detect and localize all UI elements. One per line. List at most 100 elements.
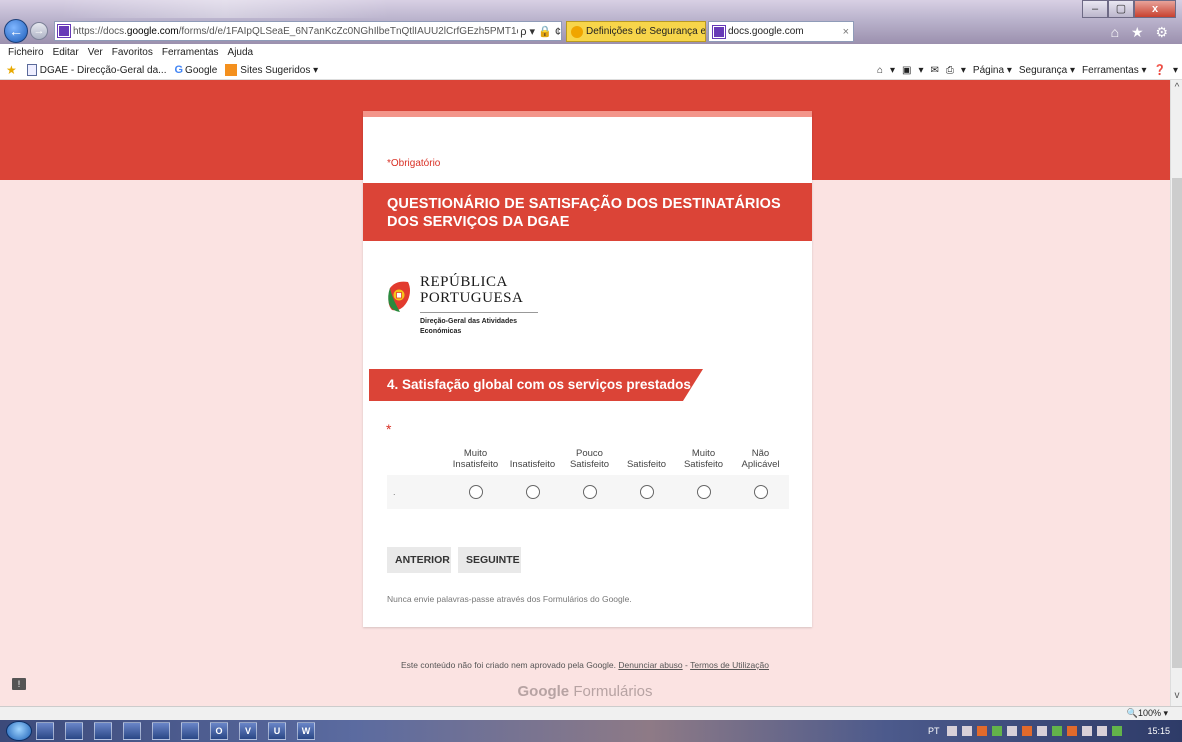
- tray-icon[interactable]: [1097, 726, 1108, 736]
- language-indicator[interactable]: PT: [928, 726, 940, 736]
- col-header-insatisfeito: Insatisfeito: [509, 459, 556, 470]
- browser-title-bar: – ▢ x ← → https://docs.google.com/forms/…: [0, 0, 1182, 44]
- home-icon[interactable]: ⌂ ▾: [877, 65, 895, 76]
- fav-label: DGAE - Direcção-Geral da...: [39, 64, 167, 76]
- logo-title: REPÚBLICA PORTUGUESA: [420, 274, 524, 306]
- scroll-down-icon[interactable]: v: [1171, 690, 1182, 704]
- tray-icon[interactable]: [947, 726, 958, 736]
- vertical-scrollbar[interactable]: ^ v: [1170, 80, 1182, 706]
- fav-suggested-sites[interactable]: Sites Sugeridos ▾: [225, 64, 318, 76]
- tray-icon[interactable]: [1067, 726, 1078, 736]
- forms-favicon-icon: [57, 24, 71, 38]
- radio-muito-satisfeito[interactable]: [696, 485, 711, 499]
- google-forms-brand[interactable]: Google Formulários: [0, 683, 1170, 700]
- back-button[interactable]: ←: [4, 19, 28, 43]
- security-menu[interactable]: Segurança ▾: [1019, 65, 1075, 76]
- required-asterisk: *: [386, 421, 392, 437]
- start-button[interactable]: [6, 721, 32, 741]
- page-menu[interactable]: Página ▾: [973, 65, 1012, 76]
- fav-label: Sites Sugeridos ▾: [240, 64, 319, 76]
- satisfaction-grid: Muito Insatisfeito Insatisfeito Pouco Sati…: [387, 437, 789, 509]
- home-favorites-settings-icons[interactable]: ⌂ ★ ⚙: [1111, 24, 1172, 41]
- tray-icon[interactable]: [1112, 726, 1123, 736]
- zoom-level[interactable]: 🔍100% ▾: [1127, 708, 1168, 719]
- google-g-icon: G: [174, 64, 184, 76]
- minimize-button[interactable]: –: [1082, 0, 1108, 18]
- logo-subtitle: Direção-Geral das Atividades Económicas: [420, 318, 518, 335]
- taskbar-item[interactable]: [123, 722, 141, 740]
- tray-icon[interactable]: [1037, 726, 1048, 736]
- portugal-emblem-icon: [388, 281, 410, 312]
- scrollbar-thumb[interactable]: [1172, 178, 1182, 668]
- tray-icon[interactable]: [962, 726, 973, 736]
- tray-icon[interactable]: [1082, 726, 1093, 736]
- taskbar-item[interactable]: [181, 722, 199, 740]
- tab-security-settings[interactable]: Definições de Segurança em Ri...: [566, 21, 706, 42]
- taskbar-item[interactable]: U: [268, 722, 286, 740]
- taskbar-item-visio[interactable]: V: [239, 722, 257, 740]
- form-card: *Obrigatório QUESTIONÁRIO DE SATISFAÇÃO …: [363, 111, 812, 627]
- taskbar-item-outlook[interactable]: O: [210, 722, 228, 740]
- next-button[interactable]: SEGUINTE: [458, 547, 521, 573]
- close-window-button[interactable]: x: [1134, 0, 1176, 18]
- taskbar-item[interactable]: [65, 722, 83, 740]
- radio-insatisfeito[interactable]: [525, 485, 540, 499]
- taskbar-item[interactable]: [152, 722, 170, 740]
- feedback-icon[interactable]: !: [12, 678, 26, 690]
- menu-favorites[interactable]: Favoritos: [112, 47, 153, 58]
- scroll-up-icon[interactable]: ^: [1171, 82, 1182, 96]
- command-bar: ⌂ ▾ ▣ ▾ ✉ ⎙ ▾ Página ▾ Segurança ▾ Ferramen…: [870, 61, 1178, 80]
- tray-icon[interactable]: [977, 726, 988, 736]
- favorites-star[interactable]: ★: [6, 63, 19, 77]
- radio-pouco-satisfeito[interactable]: [582, 485, 597, 499]
- fav-label: Google: [185, 64, 218, 76]
- address-bar[interactable]: https://docs.google.com/forms/d/e/1FAIpQ…: [54, 21, 562, 41]
- col-header-nao-aplicavel: Não Aplicável: [741, 448, 780, 470]
- menu-file[interactable]: Ficheiro: [8, 47, 44, 58]
- taskbar-item[interactable]: [94, 722, 112, 740]
- tray-icon[interactable]: [992, 726, 1003, 736]
- tab-docs-google[interactable]: docs.google.com ×: [708, 21, 854, 42]
- system-tray: PT 15:15: [882, 720, 1182, 742]
- tray-icon[interactable]: [1007, 726, 1018, 736]
- tray-icon[interactable]: [1052, 726, 1063, 736]
- col-header-muito-satisfeito: Muito Satisfeito: [683, 448, 724, 470]
- previous-button[interactable]: ANTERIOR: [387, 547, 451, 573]
- menu-edit[interactable]: Editar: [53, 47, 79, 58]
- radio-muito-insatisfeito[interactable]: [468, 485, 483, 499]
- fav-dgae[interactable]: DGAE - Direcção-Geral da...: [26, 64, 167, 76]
- grid-header: Muito Insatisfeito Insatisfeito Pouco Sati…: [387, 437, 789, 475]
- help-icon[interactable]: ❓ ▾: [1154, 65, 1178, 76]
- taskbar-items: O V U W: [36, 722, 326, 740]
- section-heading: 4. Satisfação global com os serviços pre…: [369, 369, 703, 401]
- forward-button[interactable]: →: [30, 22, 48, 40]
- required-note: *Obrigatório: [387, 158, 441, 169]
- menu-bar: Ficheiro Editar Ver Favoritos Ferramenta…: [0, 44, 1182, 61]
- close-tab-icon[interactable]: ×: [843, 26, 849, 38]
- url-text[interactable]: https://docs.google.com/forms/d/e/1FAIpQ…: [73, 26, 518, 37]
- republica-portuguesa-logo: REPÚBLICA PORTUGUESA Direção-Geral das At…: [386, 272, 586, 352]
- tab-label: Definições de Segurança em Ri...: [586, 26, 706, 37]
- menu-view[interactable]: Ver: [88, 47, 103, 58]
- star-icon: ★: [6, 63, 17, 77]
- menu-tools[interactable]: Ferramentas: [162, 47, 219, 58]
- print-icon[interactable]: ⎙ ▾: [946, 65, 966, 76]
- title-bar-blur: [60, 0, 390, 18]
- radio-satisfeito[interactable]: [639, 485, 654, 499]
- tools-menu[interactable]: Ferramentas ▾: [1082, 65, 1146, 76]
- fav-google[interactable]: G Google: [174, 64, 217, 76]
- taskbar-item[interactable]: [36, 722, 54, 740]
- grid-row: .: [387, 475, 789, 509]
- terms-link[interactable]: Termos de Utilização: [690, 660, 769, 670]
- address-bar-icons[interactable]: ρ ▾ 🔒 ¢: [520, 25, 561, 38]
- mail-icon[interactable]: ✉: [931, 65, 939, 76]
- clock[interactable]: 15:15: [1147, 726, 1170, 736]
- report-abuse-link[interactable]: Denunciar abuso: [618, 660, 682, 670]
- feeds-icon[interactable]: ▣ ▾: [902, 65, 923, 76]
- maximize-button[interactable]: ▢: [1108, 0, 1134, 18]
- tray-icon[interactable]: [1022, 726, 1033, 736]
- password-warning: Nunca envie palavras-passe através dos F…: [387, 594, 632, 604]
- radio-nao-aplicavel[interactable]: [753, 485, 768, 499]
- taskbar-item-word[interactable]: W: [297, 722, 315, 740]
- menu-help[interactable]: Ajuda: [228, 47, 254, 58]
